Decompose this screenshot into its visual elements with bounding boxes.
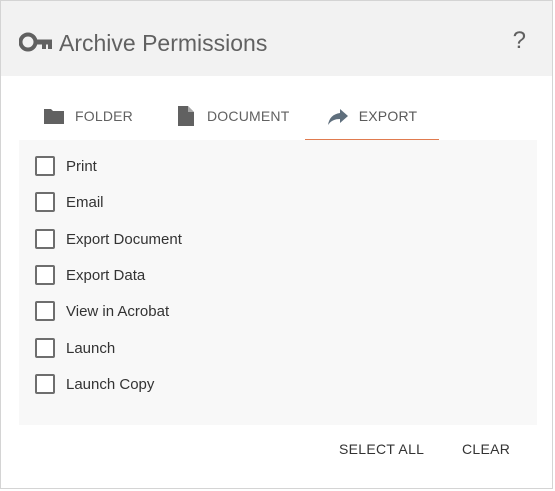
permission-label: Launch Copy — [66, 375, 155, 393]
permission-label: View in Acrobat — [66, 302, 170, 320]
permissions-panel: Print Email Export Document Export Data … — [19, 140, 537, 425]
email-checkbox[interactable] — [35, 192, 55, 212]
permission-launch-copy[interactable]: Launch Copy — [35, 374, 154, 394]
permission-tabs: FOLDER DOCUMENT EXPORT — [19, 95, 539, 141]
permission-label: Export Document — [66, 230, 182, 248]
share-arrow-icon — [327, 109, 348, 125]
archive-permissions-dialog: Archive Permissions ? FOLDER DOCUMENT EX… — [0, 0, 553, 489]
permission-label: Launch — [66, 339, 116, 357]
permission-print[interactable]: Print — [35, 156, 97, 176]
clear-button[interactable]: CLEAR — [462, 441, 510, 457]
permission-export-data[interactable]: Export Data — [35, 265, 145, 285]
key-icon — [19, 32, 52, 52]
permission-label: Print — [66, 157, 97, 175]
dialog-actions: SELECT ALL CLEAR — [1, 441, 552, 461]
tab-document[interactable]: DOCUMENT — [175, 95, 305, 139]
launch-checkbox[interactable] — [35, 338, 55, 358]
print-checkbox[interactable] — [35, 156, 55, 176]
document-icon — [178, 106, 194, 126]
export-data-checkbox[interactable] — [35, 265, 55, 285]
dialog-header: Archive Permissions ? — [1, 1, 552, 76]
dialog-title: Archive Permissions — [59, 30, 268, 56]
tab-export[interactable]: EXPORT — [305, 95, 439, 141]
view-in-acrobat-checkbox[interactable] — [35, 301, 55, 321]
permission-label: Export Data — [66, 266, 146, 284]
tab-folder-label: FOLDER — [75, 108, 133, 124]
help-icon[interactable]: ? — [513, 27, 526, 55]
export-document-checkbox[interactable] — [35, 229, 55, 249]
launch-copy-checkbox[interactable] — [35, 374, 55, 394]
select-all-button[interactable]: SELECT ALL — [339, 441, 424, 457]
folder-icon — [44, 109, 64, 124]
permission-view-in-acrobat[interactable]: View in Acrobat — [35, 301, 169, 321]
permission-launch[interactable]: Launch — [35, 338, 115, 358]
tab-export-label: EXPORT — [358, 108, 418, 124]
tab-document-label: DOCUMENT — [207, 108, 290, 124]
permission-export-document[interactable]: Export Document — [35, 229, 182, 249]
permission-email[interactable]: Email — [35, 192, 104, 212]
tab-folder[interactable]: FOLDER — [43, 95, 153, 139]
permission-label: Email — [66, 193, 104, 211]
